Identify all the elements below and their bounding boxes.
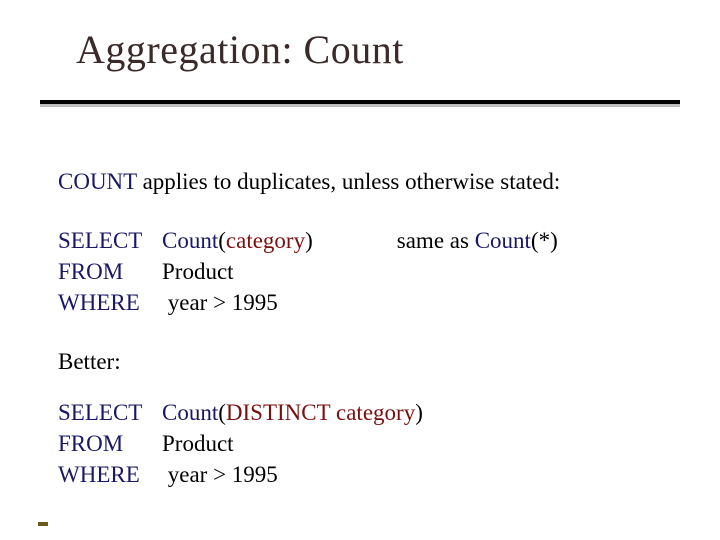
- better-label: Better:: [58, 346, 668, 377]
- lparen: (: [218, 228, 226, 253]
- annot-prefix: same as: [397, 228, 475, 253]
- count-func: Count: [162, 228, 218, 253]
- query1-where: WHERE year > 1995: [58, 287, 668, 318]
- distinct-keyword: DISTINCT: [226, 400, 330, 425]
- count-arg: category: [336, 400, 415, 425]
- query1-from: FROMProduct: [58, 256, 668, 287]
- select-keyword: SELECT: [58, 397, 162, 428]
- select-keyword: SELECT: [58, 225, 162, 256]
- count-keyword: COUNT: [58, 169, 137, 194]
- count-arg: category: [226, 228, 305, 253]
- query2-select: SELECTCount(DISTINCT category): [58, 397, 668, 428]
- where-keyword: WHERE: [58, 287, 162, 318]
- title-rule-shadow: [40, 104, 680, 107]
- query1-select: SELECTCount(category)same as Count(*): [58, 225, 668, 256]
- query2-from: FROMProduct: [58, 428, 668, 459]
- slide-title: Aggregation: Count: [76, 26, 404, 73]
- from-value: Product: [162, 259, 234, 284]
- footer-accent: [38, 522, 48, 526]
- where-value: year > 1995: [162, 462, 278, 487]
- where-value: year > 1995: [162, 290, 278, 315]
- annotation: same as Count(*): [397, 225, 558, 256]
- from-keyword: FROM: [58, 428, 162, 459]
- slide-body: COUNT applies to duplicates, unless othe…: [58, 166, 668, 490]
- rparen: ): [305, 228, 313, 253]
- where-keyword: WHERE: [58, 459, 162, 490]
- slide: Aggregation: Count COUNT applies to dupl…: [0, 0, 720, 540]
- query2-where: WHERE year > 1995: [58, 459, 668, 490]
- intro-line: COUNT applies to duplicates, unless othe…: [58, 166, 668, 197]
- rparen: ): [415, 400, 423, 425]
- annot-count: Count: [475, 228, 531, 253]
- lparen: (: [218, 400, 226, 425]
- from-value: Product: [162, 431, 234, 456]
- from-keyword: FROM: [58, 256, 162, 287]
- annot-suffix: (*): [531, 228, 558, 253]
- count-func: Count: [162, 400, 218, 425]
- intro-text: applies to duplicates, unless otherwise …: [137, 169, 561, 194]
